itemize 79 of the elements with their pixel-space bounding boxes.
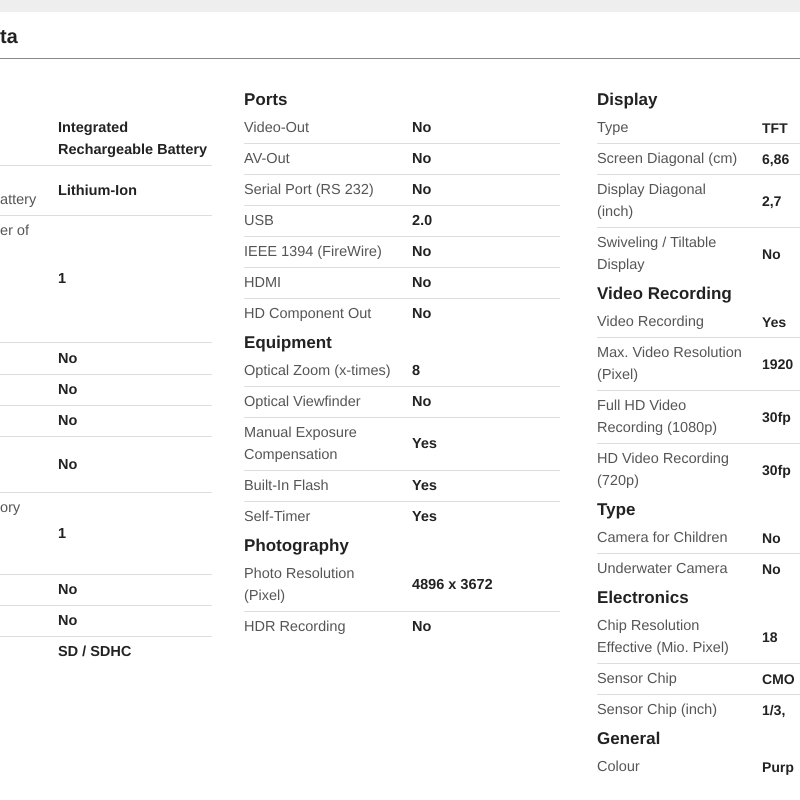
spec-value: Integrated Rechargeable Battery — [58, 120, 208, 158]
spec-label: attery — [0, 191, 38, 210]
spec-value: No — [412, 182, 432, 198]
spec-label: Photo Resolution (Pixel) — [244, 565, 356, 606]
spec-value: 4896 x 3672 — [412, 577, 493, 593]
spec-label: er of — [0, 222, 30, 241]
spec-value: Yes — [412, 436, 437, 452]
spec-value: CMO — [762, 671, 795, 687]
spec-value: Purp — [762, 759, 794, 775]
spec-label: Optical Zoom (x-times) — [244, 362, 392, 381]
spec-value: 18 — [762, 629, 778, 645]
section-heading: Type — [597, 499, 636, 521]
spec-value: Yes — [412, 478, 437, 494]
spec-label: Screen Diagonal (cm) — [597, 150, 738, 169]
section-heading: General — [597, 728, 662, 750]
spec-label: Type — [597, 119, 630, 138]
spec-value: 1920 — [762, 356, 794, 372]
spec-label: HD Video Recording (720p) — [597, 450, 730, 491]
spec-value: Lithium-Ion — [58, 182, 137, 198]
spec-value: 8 — [412, 363, 420, 379]
spec-value: No — [762, 530, 781, 546]
spec-label: Full HD Video Recording (1080p) — [597, 397, 718, 438]
spec-value: 1 — [58, 271, 66, 287]
spec-label: HDMI — [244, 274, 282, 293]
spec-value: No — [762, 561, 781, 577]
spec-label: AV-Out — [244, 150, 291, 169]
spec-label: Self-Timer — [244, 508, 312, 527]
section-heading: Equipment — [244, 332, 333, 354]
spec-value: No — [412, 120, 432, 136]
spec-label: Underwater Camera — [597, 560, 729, 579]
spec-value: No — [58, 613, 78, 629]
spec-label: Display Diagonal (inch) — [597, 181, 707, 222]
spec-value: No — [58, 350, 78, 366]
spec-value: 6,86 — [762, 151, 790, 167]
spec-label: Video-Out — [244, 119, 310, 138]
spec-value: 2,7 — [762, 193, 782, 209]
spec-label: HD Component Out — [244, 305, 372, 324]
spec-value: No — [762, 246, 781, 262]
page-title: ta — [0, 25, 18, 49]
section-heading: Display — [597, 89, 658, 111]
spec-value: Yes — [412, 509, 437, 525]
spec-label: Built-In Flash — [244, 477, 330, 496]
spec-label: Camera for Children — [597, 529, 729, 548]
spec-value: No — [58, 382, 78, 398]
spec-label: Sensor Chip — [597, 670, 678, 689]
spec-value: No — [412, 244, 432, 260]
section-heading: Electronics — [597, 587, 690, 609]
spec-label: Serial Port (RS 232) — [244, 181, 375, 200]
spec-value: 1/3, — [762, 702, 786, 718]
spec-label: IEEE 1394 (FireWire) — [244, 243, 383, 262]
spec-value: SD / SDHC — [58, 644, 132, 660]
section-heading: Photography — [244, 535, 350, 557]
spec-value: No — [412, 306, 432, 322]
spec-value: No — [412, 275, 432, 291]
spec-value: No — [58, 582, 78, 598]
spec-value: No — [412, 619, 432, 635]
spec-value: 30fp — [762, 409, 791, 425]
spec-value: 2.0 — [412, 213, 432, 229]
spec-label: Sensor Chip (inch) — [597, 701, 718, 720]
spec-label: Max. Video Resolution (Pixel) — [597, 344, 743, 385]
spec-value: No — [58, 413, 78, 429]
spec-value: 30fp — [762, 462, 791, 478]
spec-label: Video Recording — [597, 313, 705, 332]
spec-value: No — [412, 151, 432, 167]
section-heading: Video Recording — [597, 283, 733, 305]
spec-label: Manual Exposure Compensation — [244, 424, 358, 465]
spec-label: Optical Viewfinder — [244, 393, 362, 412]
spec-value: 1 — [58, 526, 66, 542]
section-heading: Ports — [244, 89, 288, 111]
spec-label: ory — [0, 499, 22, 518]
spec-label: HDR Recording — [244, 618, 347, 637]
spec-label: Colour — [597, 758, 641, 777]
spec-value: Yes — [762, 314, 786, 330]
spec-label: USB — [244, 212, 275, 231]
spec-label: Swiveling / Tiltable Display — [597, 234, 718, 275]
spec-value: TFT — [762, 120, 788, 136]
spec-value: No — [412, 394, 432, 410]
spec-label: Chip Resolution Effective (Mio. Pixel) — [597, 617, 730, 658]
spec-value: No — [58, 456, 78, 472]
